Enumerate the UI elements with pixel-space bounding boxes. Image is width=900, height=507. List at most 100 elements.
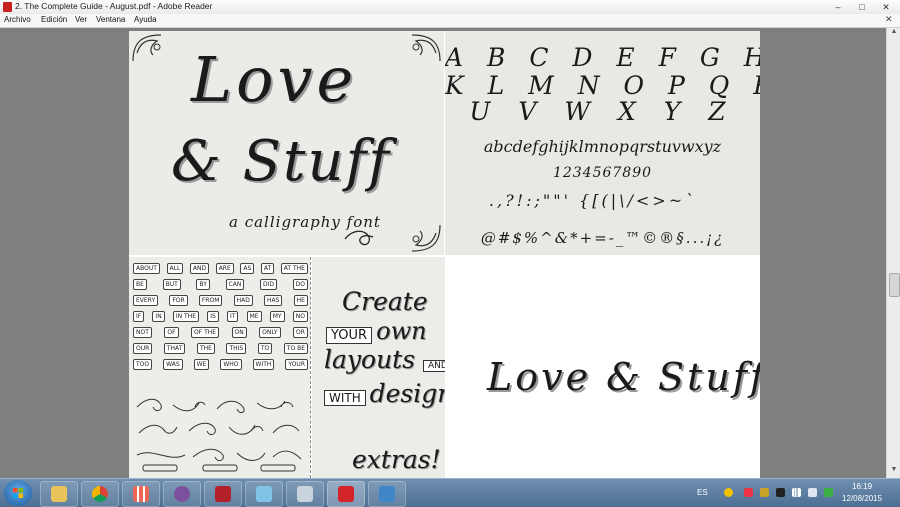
taskbar-notepad[interactable] <box>245 481 283 507</box>
pdf-page: Love & Stuff a calligraphy font A B C D … <box>129 31 760 478</box>
word-banner: ON <box>231 327 247 338</box>
uppercase-row-2: K L M N O P Q R S T <box>445 71 760 100</box>
word-row: IF IN IN THE IS IT ME MY NO <box>133 311 308 322</box>
sync-icon[interactable] <box>824 488 833 497</box>
lowercase-row: abcdefghijklmnopqrstuvwxyz <box>483 137 722 156</box>
swirl-flourish-icon <box>344 230 374 246</box>
word-banner: OUR <box>133 343 153 354</box>
menu-archivo[interactable]: Archivo <box>4 15 31 24</box>
punctuation-row-1: .,?!:;""' {[(|\/<>~` <box>488 191 697 210</box>
notepad-icon <box>256 486 272 502</box>
word-banner: THE <box>196 343 215 354</box>
document-viewport[interactable]: Love & Stuff a calligraphy font A B C D … <box>0 28 886 478</box>
punctuation-row-2: @#$%^&*+=-_™©®§...¡¿ <box>480 229 725 247</box>
scroll-thumb[interactable] <box>889 273 900 297</box>
create-layouts-panel: Create YOUR own layouts AND WITH design … <box>312 257 445 478</box>
word-banner: BUT <box>162 279 181 290</box>
word-banner: BY <box>196 279 210 290</box>
menu-ayuda[interactable]: Ayuda <box>134 15 157 24</box>
word-row: NOT OF OF THE ON ONLY OR <box>133 327 308 338</box>
menu-bar: Archivo Edición Ver Ventana Ayuda ✕ <box>0 14 900 28</box>
word-row: TOO WAS WE WHO WITH YOUR <box>133 359 308 370</box>
and-banner: AND <box>423 360 445 372</box>
word-banner: DO <box>292 279 308 290</box>
word-banner: ONLY <box>259 327 281 338</box>
calculator-icon <box>297 486 313 502</box>
menu-edicion[interactable]: Edición <box>41 15 67 24</box>
word-banner: MY <box>269 311 285 322</box>
word-row: EVERY FOR FROM HAD HAS HE <box>133 295 308 306</box>
word-banner: AS <box>240 263 255 274</box>
word-row: ABOUT ALL AND ARE AS AT AT THE <box>133 263 308 274</box>
taskbar-apps[interactable] <box>122 481 160 507</box>
vertical-scrollbar[interactable]: ▲ ▼ <box>886 28 900 478</box>
word-banner: TO <box>257 343 273 354</box>
taskbar-photo-viewer[interactable] <box>368 481 406 507</box>
taskbar: ES 16:19 12/08/2015 <box>0 478 900 507</box>
word-banner: WAS <box>163 359 183 370</box>
word-banner: IN THE <box>172 311 200 322</box>
menu-ventana[interactable]: Ventana <box>96 15 125 24</box>
maximize-button[interactable]: □ <box>851 1 873 13</box>
create-line-4: WITH design <box>324 379 445 408</box>
word-banner: WHO <box>220 359 242 370</box>
word-banner: IF <box>133 311 145 322</box>
word-banner: YOUR <box>285 359 308 370</box>
minimize-button[interactable]: – <box>827 1 849 13</box>
sample-text-panel: Love & Stuff <box>445 255 760 478</box>
your-banner: YOUR <box>326 327 373 344</box>
tray-app-icon[interactable] <box>760 488 769 497</box>
title-bar: 2. The Complete Guide - August.pdf - Ado… <box>0 0 900 15</box>
word-banner: AT THE <box>280 263 308 274</box>
word-banner: WITH <box>252 359 275 370</box>
adobe-reader-icon <box>338 486 354 502</box>
word-banner: WE <box>193 359 210 370</box>
word-banner: ALL <box>166 263 184 274</box>
volume-icon[interactable] <box>808 488 817 497</box>
clock-date[interactable]: 12/08/2015 <box>842 494 882 503</box>
cover-title-line2: & Stuff <box>171 129 392 194</box>
word-row: BE BUT BY CAN DID DO <box>133 279 308 290</box>
word-banner: THAT <box>163 343 186 354</box>
close-document-button[interactable]: ✕ <box>885 14 893 25</box>
word-banner: IT <box>226 311 239 322</box>
taskbar-viber[interactable] <box>163 481 201 507</box>
word-banner: FROM <box>198 295 223 306</box>
create-line-5: extras! <box>352 445 441 474</box>
sample-text: Love & Stuff <box>487 355 760 399</box>
word-banner: BE <box>133 279 147 290</box>
tray-app-icon[interactable] <box>776 488 785 497</box>
scroll-up-button[interactable]: ▲ <box>887 28 900 40</box>
word-banner: AT <box>260 263 275 274</box>
create-line-2: YOUR own <box>326 317 445 345</box>
taskbar-file-explorer[interactable] <box>40 481 78 507</box>
design-word: design <box>369 379 445 408</box>
network-signal-icon[interactable] <box>792 488 801 497</box>
taskbar-adobe-reader[interactable] <box>327 481 365 507</box>
windows-logo-icon <box>13 488 23 498</box>
word-banner: AND <box>189 263 210 274</box>
word-banner: TOO <box>133 359 153 370</box>
corner-flourish-icon <box>411 224 441 252</box>
close-button[interactable]: ✕ <box>875 1 897 13</box>
word-banner: HAD <box>233 295 253 306</box>
taskbar-chrome[interactable] <box>81 481 119 507</box>
taskbar-calculator[interactable] <box>286 481 324 507</box>
word-banner: HAS <box>264 295 283 306</box>
corner-flourish-icon <box>411 34 441 62</box>
clock-time[interactable]: 16:19 <box>852 482 872 491</box>
word-banner: NOT <box>133 327 152 338</box>
language-indicator[interactable]: ES <box>697 488 708 497</box>
start-button[interactable] <box>4 480 32 506</box>
menu-ver[interactable]: Ver <box>75 15 87 24</box>
word-banner: HE <box>293 295 308 306</box>
warning-icon[interactable] <box>724 488 733 497</box>
word-row: OUR THAT THE THIS TO TO BE <box>133 343 308 354</box>
taskbar-acrobat-pro[interactable] <box>204 481 242 507</box>
word-banner: CAN <box>225 279 245 290</box>
tray-app-icon[interactable] <box>744 488 753 497</box>
viber-icon <box>174 486 190 502</box>
word-banner: OF THE <box>190 327 220 338</box>
scroll-down-button[interactable]: ▼ <box>887 466 900 478</box>
word-banners-panel: ABOUT ALL AND ARE AS AT AT THE BE BUT BY… <box>129 257 310 478</box>
